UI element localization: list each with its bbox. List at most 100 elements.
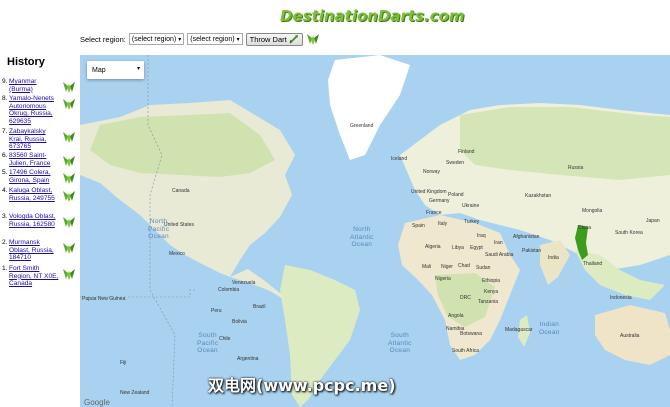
map-label-australia: Australia [620,333,640,339]
dart-marker-icon[interactable] [62,242,76,255]
ocean-label-south-atlantic: South Atlantic Ocean [388,332,412,355]
logo-text: DestinationDarts.com [280,7,465,25]
map-label-turkey: Turkey [464,219,480,225]
map-label-niger: Niger [441,264,453,270]
dart-marker-icon[interactable] [62,216,76,229]
dartboard-icon[interactable] [306,33,320,46]
chevron-down-icon: ▾ [236,36,240,43]
map-label-botswana: Botswana [460,331,482,337]
world-map[interactable]: Map ▾ Greenland Iceland Norway Sweden Fi… [80,55,670,407]
throw-dart-label: Throw Dart [249,34,287,44]
map-label-sudan: Sudan [476,265,491,271]
map-label-tanzania: Tanzania [478,299,499,305]
map-label-iran: Iran [494,240,503,246]
map-label-iceland: Iceland [391,156,408,162]
dart-marker-icon[interactable] [62,190,76,203]
history-item-link[interactable]: Kaluga Oblast, Russia, 249755 [9,187,61,202]
history-item-link[interactable]: Yamalo-Nenets Autonomous Okrug, Russia, … [9,95,61,125]
map-label-new-zealand: New Zealand [120,390,150,396]
chevron-down-icon: ▾ [178,36,182,43]
map-label-iraq: Iraq [477,233,486,239]
ocean-label-south-pacific: South Pacific Ocean [197,332,218,355]
map-label-south-africa: South Africa [452,348,479,354]
dart-marker-icon[interactable] [62,98,76,111]
map-label-bolivia: Bolivia [232,319,247,325]
map-label-greenland: Greenland [350,123,374,129]
map-label-japan: Japan [646,218,660,224]
map-label-sweden: Sweden [446,160,465,166]
map-label-chile: Chile [219,336,231,342]
ocean-label-text: North Pacific Ocean [148,218,170,240]
history-item-link[interactable]: Zabaykalsky Krai, Russia, 673765 [9,128,61,151]
history-item-number: 4. [2,187,8,194]
ocean-label-indian: Indian Ocean [539,321,560,336]
map-label-angola: Angola [448,313,464,319]
map-label-drc: DRC [460,295,471,301]
dart-marker-icon[interactable] [62,131,76,144]
map-label-italy: Italy [438,221,448,227]
history-item-link[interactable]: 17496 Colera, Girona, Spain [9,169,61,184]
map-label-south-korea: South Korea [615,230,643,236]
map-label-brazil: Brazil [253,304,266,310]
history-item-number: 2. [2,239,8,246]
dart-marker-icon[interactable] [62,155,76,168]
ocean-label-text: South Atlantic Ocean [388,332,412,354]
map-label-venezuela: Venezuela [232,280,256,286]
chevron-down-icon: ▾ [136,66,140,72]
history-title: History [7,56,45,68]
map-label-norway: Norway [423,169,440,175]
map-label-madagascar: Madagascar [505,327,533,333]
history-item-number: 3. [2,213,8,220]
map-label-spain: Spain [412,223,425,229]
map-label-chad: Chad [458,263,470,269]
region-select-2[interactable]: (select region) ▾ [187,33,243,45]
map-label-finland: Finland [458,149,475,155]
history-item-link[interactable]: Vologda Oblast, Russia, 162580 [9,213,61,228]
ocean-label-text: North Atlantic Ocean [350,226,374,248]
history-item-number: 6. [2,152,8,159]
map-type-select[interactable]: Map ▾ [87,61,144,79]
region-select-2-value: (select region) [190,35,235,43]
dart-marker-icon[interactable] [62,172,76,185]
map-label-ethiopia: Ethiopia [482,278,501,284]
toolbar: Select region: (select region) ▾ (select… [80,32,320,46]
map-label-mexico: Mexico [169,251,185,257]
map-label-fiji: Fiji [120,360,127,366]
map-label-mongolia: Mongolia [582,208,603,214]
map-label-china: China [578,225,592,231]
history-item-number: 9. [2,78,8,85]
watermark-text: 双电网(www.pcpc.me) [208,376,396,395]
map-label-france: France [426,210,442,216]
site-logo[interactable]: DestinationDarts.com [280,2,465,30]
map-label-mali: Mali [422,264,432,270]
history-item-number: 1. [2,265,8,272]
map-label-pakistan: Pakistan [522,248,542,254]
map-label-canada: Canada [172,188,190,194]
map-label-uk: United Kingdom [411,189,447,195]
map-label-ukraine: Ukraine [462,203,480,209]
history-item-link[interactable]: Fort Smith Region, NT X0E, Canada [9,265,61,288]
greenland-land [328,55,410,160]
destination-darts-page: DestinationDarts.com Select region: (sel… [0,0,670,407]
history-item-link[interactable]: Murmansk Oblast, Russia, 184710 [9,239,61,262]
map-label-egypt: Egypt [470,245,483,251]
dart-marker-icon[interactable] [62,268,76,281]
ocean-label-north-atlantic: North Atlantic Ocean [350,226,374,249]
dart-marker-icon[interactable] [62,81,76,94]
map-label-peru: Peru [211,308,222,314]
select-region-label: Select region: [80,34,126,44]
map-label-indonesia: Indonesia [610,295,632,301]
map-label-india: India [548,255,559,261]
map-label-libya: Libya [452,245,464,251]
history-item-link[interactable]: Myanmar (Burma) [9,78,61,93]
history-item-number: 5. [2,169,8,176]
map-label-saudi-arabia: Saudi Arabia [485,252,514,258]
google-attribution[interactable]: Google [84,398,110,407]
throw-dart-button[interactable]: Throw Dart [245,32,303,46]
map-label-russia: Russia [568,165,584,171]
map-label-kenya: Kenya [484,289,499,295]
region-select-1[interactable]: (select region) ▾ [128,33,185,45]
history-item-link[interactable]: 83560 Saint-Julien, France [9,152,61,167]
map-label-papua-new-guinea: Papua New Guinea [82,296,126,302]
ocean-label-text: Indian Ocean [539,321,560,336]
